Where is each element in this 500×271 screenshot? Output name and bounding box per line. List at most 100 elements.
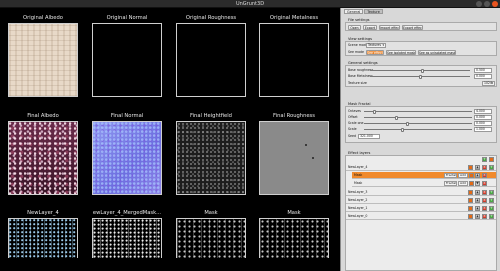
delete-mask-button[interactable]: × <box>482 173 487 178</box>
move-up-button[interactable]: ▲ <box>475 214 480 219</box>
offset-slider[interactable] <box>364 115 472 120</box>
close-icon[interactable] <box>492 1 498 7</box>
layer-visibility-icon[interactable] <box>468 190 473 195</box>
view-settings-group: View settings Scene mode Textures See mo… <box>345 37 497 56</box>
final-roughness-preview[interactable] <box>259 121 329 195</box>
add-mask-button[interactable]: + <box>489 198 494 203</box>
original-albedo-preview[interactable] <box>8 23 78 97</box>
layer-menu-button[interactable] <box>489 157 494 162</box>
texture-label: Original Albedo <box>23 15 63 21</box>
add-mask-button[interactable]: + <box>489 165 494 170</box>
layer-row[interactable]: NewLayer_4 ▲ × + <box>346 164 496 171</box>
layer-visibility-icon[interactable] <box>468 206 473 211</box>
layer-row[interactable]: NewLayer_3 ▲ × + <box>346 189 496 196</box>
mask-visibility-icon[interactable] <box>469 181 474 186</box>
minimize-icon[interactable] <box>476 1 482 7</box>
mask-row[interactable]: Mask Fractal Add ▼ × <box>352 180 496 187</box>
mask-preview[interactable] <box>176 218 246 258</box>
see-unisolated-mask-button[interactable]: See as unisolated mask <box>418 50 456 55</box>
scene-mode-select[interactable]: Textures <box>366 43 386 48</box>
texture-label: Final Albedo <box>27 113 59 119</box>
delete-layer-button[interactable]: × <box>482 206 487 211</box>
layer-visibility-icon[interactable] <box>468 214 473 219</box>
group-title: Effect layers <box>347 151 372 155</box>
offset-value[interactable]: 0.000 <box>474 115 492 120</box>
scale-value[interactable]: 1.000 <box>474 127 492 132</box>
layer-visibility-icon[interactable] <box>468 198 473 203</box>
mask-visibility-icon[interactable] <box>469 173 474 178</box>
base-roughness-slider[interactable] <box>370 68 470 73</box>
move-up-button[interactable]: ▲ <box>475 206 480 211</box>
import-effect-button[interactable]: Import effect <box>379 25 400 30</box>
slider-handle[interactable] <box>373 109 377 114</box>
texture-label: Mask <box>204 210 218 216</box>
layer-name: NewLayer_0 <box>348 214 368 218</box>
delete-layer-button[interactable]: × <box>482 214 487 219</box>
layer-row[interactable]: NewLayer_1 ▲ × + <box>346 205 496 212</box>
delete-mask-button[interactable]: × <box>482 181 487 186</box>
tab-general[interactable]: General <box>344 9 364 14</box>
delete-layer-button[interactable]: × <box>482 198 487 203</box>
layer-preview[interactable] <box>8 218 78 258</box>
layer-row[interactable]: NewLayer_0 ▲ × + <box>346 213 496 220</box>
mask-type-select[interactable]: Fractal <box>444 181 457 186</box>
file-settings-group: File settings Open Export Import effect … <box>345 18 497 31</box>
mask-type-select[interactable]: Fractal <box>444 173 457 178</box>
delete-layer-button[interactable]: × <box>482 190 487 195</box>
octaves-value[interactable]: 4.000 <box>474 109 492 114</box>
export-button[interactable]: Export <box>363 25 377 30</box>
viewer-cell: Mask <box>259 209 329 258</box>
layer-row[interactable]: NewLayer_2 ▲ × + <box>346 197 496 204</box>
base-roughness-value[interactable]: 0.500 <box>474 68 492 73</box>
settings-panel: General Texture File settings Open Expor… <box>340 8 500 271</box>
mask-op-select[interactable]: Add <box>458 173 468 178</box>
move-up-button[interactable]: ▲ <box>475 165 480 170</box>
final-heightfield-preview[interactable] <box>176 121 246 195</box>
layer-visibility-icon[interactable] <box>468 165 473 170</box>
export-effect-button[interactable]: Export effect <box>402 25 423 30</box>
mask-preview[interactable] <box>259 218 329 258</box>
base-metalness-slider[interactable] <box>370 74 470 79</box>
slider-handle[interactable] <box>405 121 409 126</box>
seed-field[interactable]: 321.000 <box>358 134 380 139</box>
mask-op-select[interactable]: Add <box>458 181 468 186</box>
original-normal-preview[interactable] <box>92 23 162 97</box>
slider-handle[interactable] <box>401 127 405 132</box>
final-albedo-preview[interactable] <box>8 121 78 195</box>
see-isolated-mask-button[interactable]: See isolated mask <box>386 50 416 55</box>
mask-name: Mask <box>354 181 363 185</box>
move-up-button[interactable]: ▲ <box>475 173 480 178</box>
general-settings-group: General settings Base roughness 0.500 Ba… <box>345 61 497 87</box>
add-mask-button[interactable]: + <box>489 206 494 211</box>
slider-handle[interactable] <box>418 74 422 79</box>
octaves-slider[interactable] <box>364 109 472 114</box>
move-up-button[interactable]: ▲ <box>475 198 480 203</box>
tab-texture[interactable]: Texture <box>364 9 383 14</box>
slider-handle[interactable] <box>420 68 424 73</box>
move-down-button[interactable]: ▼ <box>475 181 480 186</box>
base-metalness-value[interactable]: 0.000 <box>474 74 492 79</box>
texture-label: Original Normal <box>106 15 148 21</box>
slider-handle[interactable] <box>394 115 398 120</box>
final-normal-preview[interactable] <box>92 121 162 195</box>
scale-label: Scale <box>348 127 357 131</box>
maximize-icon[interactable] <box>484 1 490 7</box>
add-mask-button[interactable]: + <box>489 214 494 219</box>
move-up-button[interactable]: ▲ <box>475 190 480 195</box>
see-effect-button[interactable]: See effect <box>366 50 384 55</box>
texture-size-select[interactable]: 1024 <box>482 81 495 86</box>
delete-layer-button[interactable]: × <box>482 165 487 170</box>
open-button[interactable]: Open <box>348 25 361 30</box>
seed-label: Seed <box>348 134 356 138</box>
add-layer-button[interactable]: + <box>482 157 487 162</box>
mask-row-selected[interactable]: Mask Fractal Add ▲ × <box>352 172 496 179</box>
add-mask-button[interactable]: + <box>489 190 494 195</box>
scale-slider[interactable] <box>364 127 472 132</box>
viewer-cell: ewLayer_4_MergedMask... <box>92 209 162 258</box>
original-roughness-preview[interactable] <box>176 23 246 97</box>
merged-mask-preview[interactable] <box>92 218 162 258</box>
scale-one-value[interactable]: 0.000 <box>474 121 492 126</box>
texture-label: Mask <box>287 210 301 216</box>
original-metalness-preview[interactable] <box>259 23 329 97</box>
scale-one-slider[interactable] <box>364 121 472 126</box>
